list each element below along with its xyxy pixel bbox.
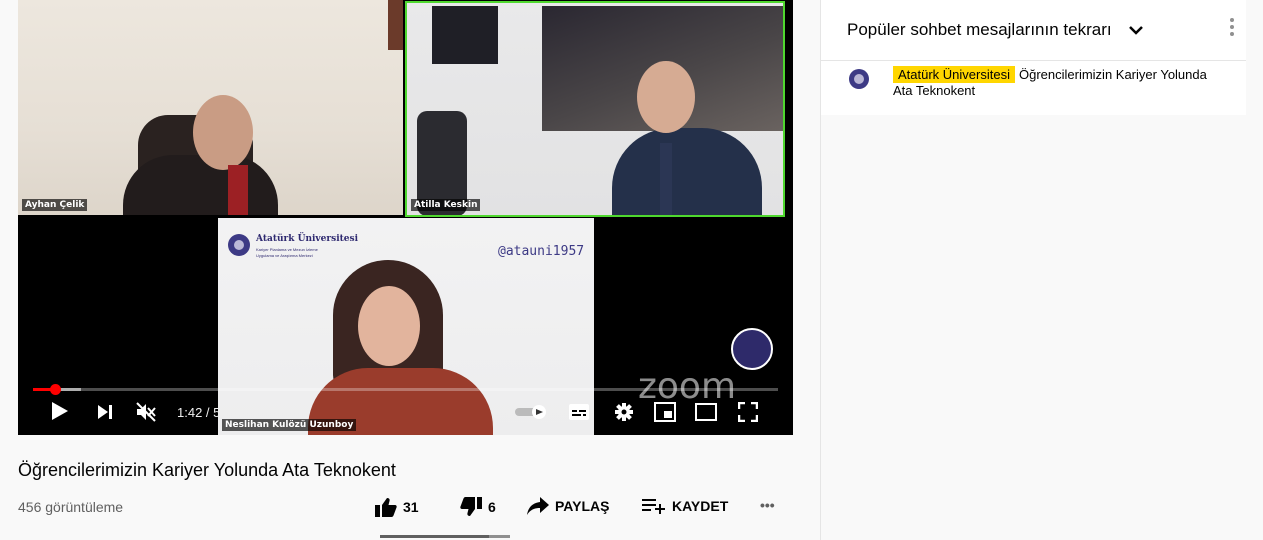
like-ratio-bar bbox=[380, 535, 510, 538]
like-ratio-fill bbox=[380, 535, 489, 538]
settings-button[interactable] bbox=[614, 402, 634, 427]
chat-mode-dropdown[interactable]: Popüler sohbet mesajlarının tekrarı bbox=[847, 20, 1112, 40]
chat-header: Popüler sohbet mesajlarının tekrarı bbox=[821, 0, 1246, 61]
chat-message[interactable]: Atatürk Üniversitesi Öğrencilerimizin Kar… bbox=[821, 61, 1246, 115]
play-button[interactable] bbox=[51, 401, 69, 426]
time-display: 1:42 / 59:00 bbox=[177, 405, 246, 420]
participant-name: Atilla Keskin bbox=[411, 199, 481, 211]
mute-button[interactable] bbox=[135, 401, 157, 428]
dislike-count: 6 bbox=[488, 499, 496, 515]
avatar bbox=[849, 69, 869, 89]
subtitles-icon bbox=[569, 404, 589, 420]
fullscreen-button[interactable] bbox=[737, 401, 759, 427]
university-seal-icon bbox=[731, 328, 773, 370]
slide-university: Atatürk Üniversitesi bbox=[256, 234, 358, 244]
like-button[interactable]: 31 bbox=[375, 497, 419, 517]
video-player[interactable]: Ayhan Çelik Atilla Keskin Atatürk Üniver… bbox=[18, 0, 793, 435]
save-label: KAYDET bbox=[672, 498, 729, 514]
participant-name: Ayhan Çelik bbox=[22, 199, 88, 211]
share-label: PAYLAŞ bbox=[555, 498, 610, 514]
fullscreen-icon bbox=[737, 401, 759, 423]
miniplayer-icon bbox=[654, 402, 676, 422]
theater-mode-icon bbox=[695, 403, 717, 421]
slide-subtitle: Uygulama ve Araştırma Merkezi bbox=[256, 253, 313, 258]
gear-icon bbox=[615, 403, 633, 421]
theater-mode-button[interactable] bbox=[695, 403, 717, 426]
player-controls: 1:42 / 59:00 bbox=[18, 390, 793, 435]
subtitles-button[interactable] bbox=[569, 404, 589, 425]
share-icon bbox=[527, 497, 549, 515]
view-count: 456 görüntüleme bbox=[18, 499, 124, 515]
slide-subtitle: Kariyer Planlama ve Mezun İzleme bbox=[256, 247, 318, 252]
thumbs-up-icon bbox=[375, 498, 397, 517]
chat-author[interactable]: Atatürk Üniversitesi bbox=[893, 66, 1015, 83]
save-button[interactable]: KAYDET bbox=[642, 497, 728, 515]
participant-tile-active-speaker: Atilla Keskin bbox=[405, 1, 785, 217]
live-chat-replay: Popüler sohbet mesajlarının tekrarı Atat… bbox=[820, 0, 1246, 540]
more-vert-icon bbox=[1230, 18, 1234, 36]
slide-handle: @atauni1957 bbox=[498, 244, 585, 259]
like-count: 31 bbox=[403, 499, 419, 515]
autoplay-toggle[interactable] bbox=[515, 405, 549, 424]
dislike-button[interactable]: 6 bbox=[460, 497, 496, 517]
volume-muted-icon bbox=[136, 402, 156, 422]
autoplay-toggle-icon bbox=[515, 405, 546, 419]
participant-tile: Ayhan Çelik bbox=[18, 0, 403, 215]
chevron-down-icon[interactable] bbox=[1129, 22, 1143, 40]
play-icon bbox=[52, 402, 68, 420]
video-title: Öğrencilerimizin Kariyer Yolunda Ata Tek… bbox=[18, 460, 396, 480]
skip-next-icon bbox=[98, 405, 112, 419]
share-button[interactable]: PAYLAŞ bbox=[527, 497, 609, 515]
more-icon: ••• bbox=[760, 497, 775, 513]
more-actions-button[interactable]: ••• bbox=[760, 497, 775, 513]
thumbs-down-icon bbox=[460, 497, 482, 516]
next-button[interactable] bbox=[97, 404, 113, 425]
miniplayer-button[interactable] bbox=[654, 402, 676, 427]
playlist-add-icon bbox=[642, 499, 665, 514]
chat-menu-button[interactable] bbox=[1230, 18, 1234, 41]
